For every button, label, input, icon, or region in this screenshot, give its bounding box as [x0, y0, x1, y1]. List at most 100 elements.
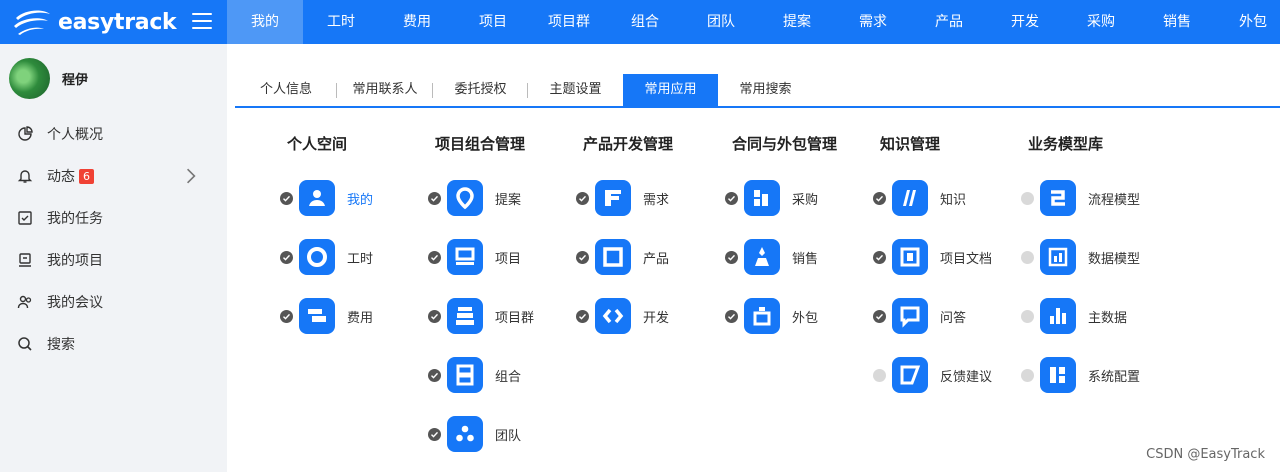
- brand[interactable]: easytrack: [12, 0, 177, 44]
- checked-icon[interactable]: [873, 250, 886, 264]
- checked-icon[interactable]: [576, 191, 589, 205]
- sidebar-item[interactable]: 动态 6: [0, 155, 227, 197]
- app-label: 数据模型: [1088, 251, 1141, 267]
- app-item[interactable]: 主数据: [1021, 296, 1127, 336]
- chevron-right-icon[interactable]: [183, 168, 199, 184]
- nav-item[interactable]: 销售: [1139, 0, 1215, 44]
- sidebar-item[interactable]: 搜索: [0, 323, 227, 365]
- settings-tabs: 个人信息 常用联系人 委托授权 主题设置 常用应用 常用搜索: [235, 74, 1280, 108]
- checked-icon[interactable]: [873, 309, 886, 323]
- checked-icon[interactable]: [428, 309, 441, 323]
- unchecked-icon[interactable]: [873, 368, 886, 382]
- checked-icon[interactable]: [280, 191, 293, 205]
- unchecked-icon[interactable]: [1021, 309, 1034, 323]
- project-icon: [19, 253, 31, 267]
- unchecked-icon[interactable]: [1021, 191, 1034, 205]
- tab-0[interactable]: 个人信息: [235, 74, 337, 106]
- tab-3[interactable]: 主题设置: [528, 74, 623, 106]
- user-profile[interactable]: 程伊: [9, 58, 88, 99]
- checked-icon[interactable]: [428, 250, 441, 264]
- nav-item[interactable]: 项目群: [531, 0, 607, 44]
- checked-icon[interactable]: [428, 368, 441, 382]
- brand-name: easytrack: [58, 9, 177, 35]
- app-item[interactable]: 组合: [428, 355, 521, 395]
- app-item[interactable]: 我的: [280, 178, 373, 218]
- app-label: 项目群: [495, 310, 535, 326]
- app-item[interactable]: 系统配置: [1021, 355, 1140, 395]
- code-icon: [595, 298, 631, 334]
- tab-2[interactable]: 委托授权: [433, 74, 528, 106]
- nav-item[interactable]: 产品: [911, 0, 987, 44]
- nav-item[interactable]: 提案: [759, 0, 835, 44]
- checked-icon[interactable]: [280, 250, 293, 264]
- app-item[interactable]: 产品: [576, 237, 669, 277]
- app-item[interactable]: 团队: [428, 414, 521, 454]
- app-label: 流程模型: [1088, 192, 1141, 208]
- avatar[interactable]: [9, 58, 50, 99]
- app-label: 组合: [495, 369, 522, 385]
- purchase-icon: [744, 180, 780, 216]
- sidebar-item-label: 我的会议: [47, 295, 103, 311]
- app-item[interactable]: 项目群: [428, 296, 534, 336]
- app-label: 需求: [643, 192, 670, 208]
- checked-icon[interactable]: [725, 309, 738, 323]
- checked-icon[interactable]: [428, 427, 441, 441]
- sidebar-item[interactable]: 个人概况: [0, 113, 227, 155]
- nav-item[interactable]: 需求: [835, 0, 911, 44]
- app-item[interactable]: 项目文档: [873, 237, 992, 277]
- tab-5[interactable]: 常用搜索: [718, 74, 813, 106]
- app-item[interactable]: 采购: [725, 178, 818, 218]
- tab-4[interactable]: 常用应用: [623, 74, 718, 106]
- sidebar-item[interactable]: 我的会议: [0, 281, 227, 323]
- checked-icon[interactable]: [873, 191, 886, 205]
- nav-item[interactable]: 我的: [227, 0, 303, 44]
- app-item[interactable]: 费用: [280, 296, 373, 336]
- unchecked-icon[interactable]: [1021, 368, 1034, 382]
- task-check-icon: [18, 211, 32, 225]
- column-title: 业务模型库: [1028, 135, 1104, 153]
- project-icon: [447, 239, 483, 275]
- clock-ring-icon: [299, 239, 335, 275]
- app-label: 销售: [792, 251, 819, 267]
- proposal-icon: [447, 180, 483, 216]
- column-title: 合同与外包管理: [732, 135, 838, 153]
- nav-item[interactable]: 项目: [455, 0, 531, 44]
- unchecked-icon[interactable]: [1021, 250, 1034, 264]
- nav-item[interactable]: 采购: [1063, 0, 1139, 44]
- app-label: 项目文档: [940, 251, 993, 267]
- app-item[interactable]: 反馈建议: [873, 355, 992, 395]
- sidebar-item[interactable]: 我的任务: [0, 197, 227, 239]
- data-model-icon: [1040, 239, 1076, 275]
- checked-icon[interactable]: [725, 191, 738, 205]
- app-label: 采购: [792, 192, 819, 208]
- checked-icon[interactable]: [428, 191, 441, 205]
- app-item[interactable]: 项目: [428, 237, 521, 277]
- watermark: CSDN @EasyTrack: [1146, 447, 1265, 462]
- bell-icon: [17, 170, 33, 183]
- checked-icon[interactable]: [576, 309, 589, 323]
- nav-item[interactable]: 外包: [1215, 0, 1280, 44]
- app-item[interactable]: 外包: [725, 296, 818, 336]
- app-item[interactable]: 提案: [428, 178, 521, 218]
- nav-item[interactable]: 组合: [607, 0, 683, 44]
- tab-1[interactable]: 常用联系人: [337, 74, 433, 106]
- nav-item[interactable]: 工时: [303, 0, 379, 44]
- master-data-icon: [1040, 298, 1076, 334]
- nav-item[interactable]: 费用: [379, 0, 455, 44]
- app-item[interactable]: 问答: [873, 296, 966, 336]
- app-item[interactable]: 工时: [280, 237, 373, 277]
- app-item[interactable]: 需求: [576, 178, 669, 218]
- checked-icon[interactable]: [576, 250, 589, 264]
- app-item[interactable]: 流程模型: [1021, 178, 1140, 218]
- sidebar-item-label: 我的项目: [47, 253, 103, 269]
- checked-icon[interactable]: [725, 250, 738, 264]
- app-item[interactable]: 知识: [873, 178, 966, 218]
- app-item[interactable]: 数据模型: [1021, 237, 1140, 277]
- app-item[interactable]: 开发: [576, 296, 669, 336]
- checked-icon[interactable]: [280, 309, 293, 323]
- nav-item[interactable]: 团队: [683, 0, 759, 44]
- sidebar-item[interactable]: 我的项目: [0, 239, 227, 281]
- nav-item[interactable]: 开发: [987, 0, 1063, 44]
- app-item[interactable]: 销售: [725, 237, 818, 277]
- menu-toggle-icon[interactable]: [192, 13, 212, 31]
